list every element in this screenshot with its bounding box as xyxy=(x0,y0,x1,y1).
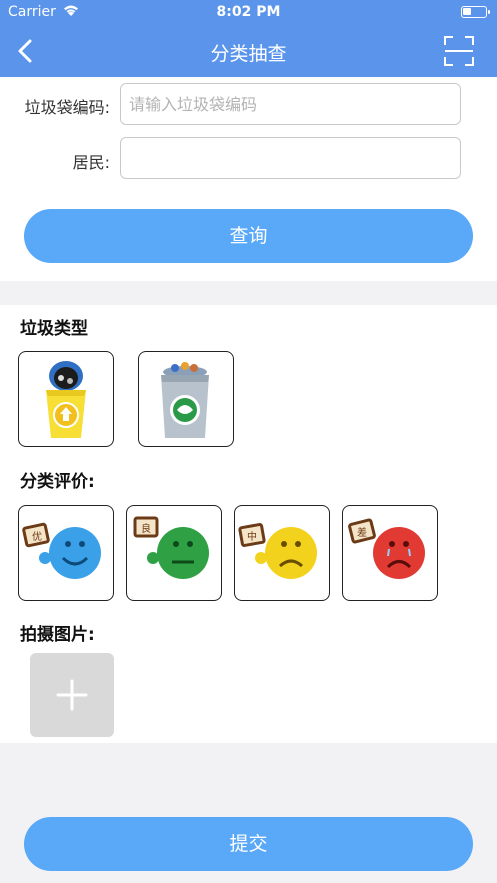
photo-title: 拍摄图片: xyxy=(20,625,95,645)
garbage-type-title: 垃圾类型 xyxy=(20,319,88,339)
evaluation-title: 分类评价: xyxy=(20,472,95,492)
crying-face-icon: 差 xyxy=(348,518,425,579)
rating-medium-option[interactable]: 中 xyxy=(234,505,330,601)
resident-label: 居民: xyxy=(72,153,110,172)
rating-excellent-option[interactable]: 优 xyxy=(18,505,114,601)
status-time: 8:02 PM xyxy=(216,4,281,20)
nav-bar: 分类抽查 xyxy=(0,26,497,77)
neutral-face-icon: 良 xyxy=(133,516,209,579)
rating-good-option[interactable]: 良 xyxy=(126,505,222,601)
search-panel: 垃圾袋编码: 居民: 查询 xyxy=(0,77,497,281)
rating-poor-option[interactable]: 差 xyxy=(342,505,438,601)
kitchen-waste-bin-option[interactable] xyxy=(138,351,234,447)
query-button[interactable]: 查询 xyxy=(24,209,473,263)
recyclable-bin-option[interactable] xyxy=(18,351,114,447)
sad-face-icon: 中 xyxy=(238,523,317,579)
recycle-bin-icon xyxy=(46,361,86,438)
rating-label-medium: 中 xyxy=(247,530,257,543)
plus-icon xyxy=(56,679,88,711)
bag-code-label: 垃圾袋编码: xyxy=(24,98,110,117)
scan-icon[interactable] xyxy=(443,35,475,67)
kitchen-bin-icon xyxy=(161,362,209,438)
rating-label-excellent: 优 xyxy=(32,530,42,543)
rating-label-good: 良 xyxy=(141,522,151,535)
status-bar: Carrier 8:02 PM xyxy=(0,0,497,26)
battery-icon xyxy=(461,6,490,18)
inspection-panel: 垃圾类型 分类评价: 优 良 中 差 拍摄图片: xyxy=(0,305,497,743)
resident-input[interactable] xyxy=(120,137,461,179)
submit-button[interactable]: 提交 xyxy=(24,817,473,871)
happy-face-icon: 优 xyxy=(22,522,101,579)
add-photo-button[interactable] xyxy=(30,653,114,737)
rating-label-poor: 差 xyxy=(357,526,367,539)
page-title: 分类抽查 xyxy=(210,43,287,65)
bag-code-input[interactable] xyxy=(120,83,461,125)
